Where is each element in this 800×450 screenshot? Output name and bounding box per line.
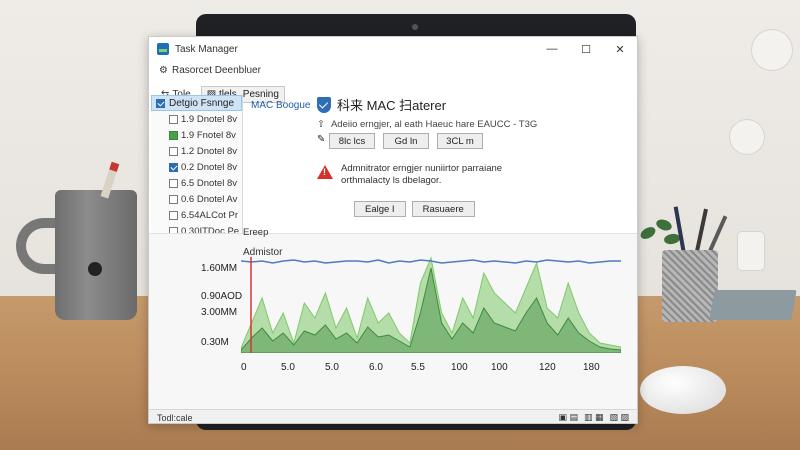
y-tick-label: 1.60MM [201, 263, 238, 274]
tree-root-label: Detgio Fsnnge [169, 97, 235, 109]
option-button-2[interactable]: Gd ln [383, 133, 429, 149]
status-icons: ▣ ▤ ▥ ▦ ▧ ▨ [558, 412, 629, 423]
warning-line-1: Admnitrator erngjer nuniirtor parraiane [341, 163, 503, 174]
wall-hook [752, 30, 792, 70]
tree-item[interactable]: 1.9 Dnotel 8v [151, 111, 242, 127]
tree-item-checkbox[interactable] [169, 130, 178, 140]
warning-line-2: orthmalacty ls dbelagor. [341, 175, 442, 186]
tree-root[interactable]: Detgio Fsnnge [151, 95, 242, 111]
x-tick-label: 5.5 [411, 362, 425, 373]
status-icon[interactable]: ▧ ▨ [609, 412, 629, 423]
settings-gear-icon[interactable]: ⚙ [159, 65, 168, 76]
status-icon[interactable]: ▥ ▦ [584, 412, 604, 423]
x-tick-label: 0 [241, 362, 247, 373]
info-text: Adeiio erngjer, al eath Haeuc hare EAUCC… [330, 119, 538, 130]
tab-mac-boogue[interactable]: MAC Boogue [251, 100, 310, 111]
cursor-arrow-icon: ⇧ [317, 119, 325, 130]
status-bar: Todl:cale ▣ ▤ ▥ ▦ ▧ ▨ [149, 409, 637, 423]
pen-holder [662, 250, 718, 322]
tree-item-checkbox[interactable] [169, 146, 178, 156]
pinning-button[interactable]: Pesning [243, 89, 279, 100]
warning-icon [317, 165, 333, 179]
tree-item[interactable]: 0.6 Dnotel Av [151, 191, 242, 207]
tree-item-label: 6.54ALCot Pr [181, 209, 239, 221]
shield-check-icon [317, 96, 331, 113]
y-tick-label: 0.90AOD [201, 291, 243, 302]
mug [55, 190, 137, 320]
process-tree: Detgio Fsnnge 1.9 Dnotel 8v 1.9 Fnotel 8v… [151, 95, 243, 269]
status-text: Todl:cale [157, 412, 193, 423]
status-icon[interactable]: ▣ ▤ [558, 412, 578, 423]
maximize-button[interactable]: ☐ [569, 37, 603, 61]
x-tick-label: 6.0 [369, 362, 383, 373]
pencil-icon: ✎ [317, 134, 326, 145]
resume-button[interactable]: Rasuaere [411, 201, 475, 217]
computer-mouse [640, 366, 726, 414]
title-bar[interactable]: Task Manager — ☐ ✕ [149, 37, 637, 61]
action-buttons: Ealge I Rasuaere [354, 201, 475, 217]
mug-logo [88, 262, 102, 276]
x-tick-label: 5.0 [325, 362, 339, 373]
menu-bar: ⚙ Rasorcet Deenbluer [149, 61, 637, 79]
tree-item-checkbox[interactable] [169, 114, 178, 124]
tree-item-checkbox[interactable] [169, 178, 178, 188]
tree-item-label: 6.5 Dnotel 8v [181, 177, 237, 189]
warning-message: Admnitrator erngjer nuniirtor parraiane … [317, 163, 502, 187]
option-buttons: ✎ 8lc lcs Gd ln 3CL m [317, 133, 483, 149]
window-title: Task Manager [175, 43, 238, 55]
tree-item[interactable]: 6.54ALCot Pr [151, 207, 242, 223]
x-tick-label: 100 [451, 362, 468, 373]
info-row: ⇧ Adeiio erngjer, al eath Haeuc hare EAU… [317, 119, 537, 130]
tree-item[interactable]: 0.2 Dnotel 8v [151, 159, 242, 175]
warning-text: Admnitrator erngjer nuniirtor parraiane … [341, 163, 502, 187]
menu-label[interactable]: Rasorcet Deenbluer [172, 65, 261, 76]
tree-item-label: 1.2 Dnotel 8v [181, 145, 237, 157]
x-tick-label: 100 [491, 362, 508, 373]
main-header: 科来 MAC 扫aterer [317, 95, 446, 114]
graph-section-label: Ereep [243, 227, 269, 238]
tree-item-label: 1.9 Fnotel 8v [181, 129, 236, 141]
tree-item-label: 1.9 Dnotel 8v [181, 113, 237, 125]
tree-item[interactable]: 1.2 Dnotel 8v [151, 143, 242, 159]
close-button[interactable]: ✕ [603, 37, 637, 61]
tree-item-checkbox[interactable] [169, 162, 178, 172]
minimize-button[interactable]: — [535, 37, 569, 61]
x-tick-label: 5.0 [281, 362, 295, 373]
window-controls: — ☐ ✕ [535, 37, 637, 61]
option-button-1[interactable]: 8lc lcs [329, 133, 375, 149]
book [709, 290, 797, 320]
wall-outlet [738, 232, 764, 270]
tree-item-label: 0.2 Dnotel 8v [181, 161, 237, 173]
wall-hook [730, 120, 764, 154]
performance-chart [241, 256, 621, 353]
webcam-icon [412, 24, 418, 30]
tree-item[interactable]: 6.5 Dnotel 8v [151, 175, 242, 191]
root-checkbox[interactable] [156, 98, 165, 108]
tree-item-checkbox[interactable] [169, 210, 178, 220]
tree-item-label: 0.6 Dnotel Av [181, 193, 238, 205]
tree-item-checkbox[interactable] [169, 194, 178, 204]
main-title: 科来 MAC 扫aterer [337, 98, 447, 113]
option-button-3[interactable]: 3CL m [437, 133, 483, 149]
task-manager-icon [157, 43, 169, 55]
task-manager-window: Task Manager — ☐ ✕ ⚙ Rasorcet Deenbluer … [148, 36, 638, 424]
enable-button[interactable]: Ealge I [354, 201, 406, 217]
tree-item[interactable]: 1.9 Fnotel 8v [151, 127, 242, 143]
x-tick-label: 120 [539, 362, 556, 373]
x-tick-label: 180 [583, 362, 600, 373]
y-tick-label: 3.00MM [201, 307, 238, 318]
y-tick-label: 0.30M [201, 337, 229, 348]
